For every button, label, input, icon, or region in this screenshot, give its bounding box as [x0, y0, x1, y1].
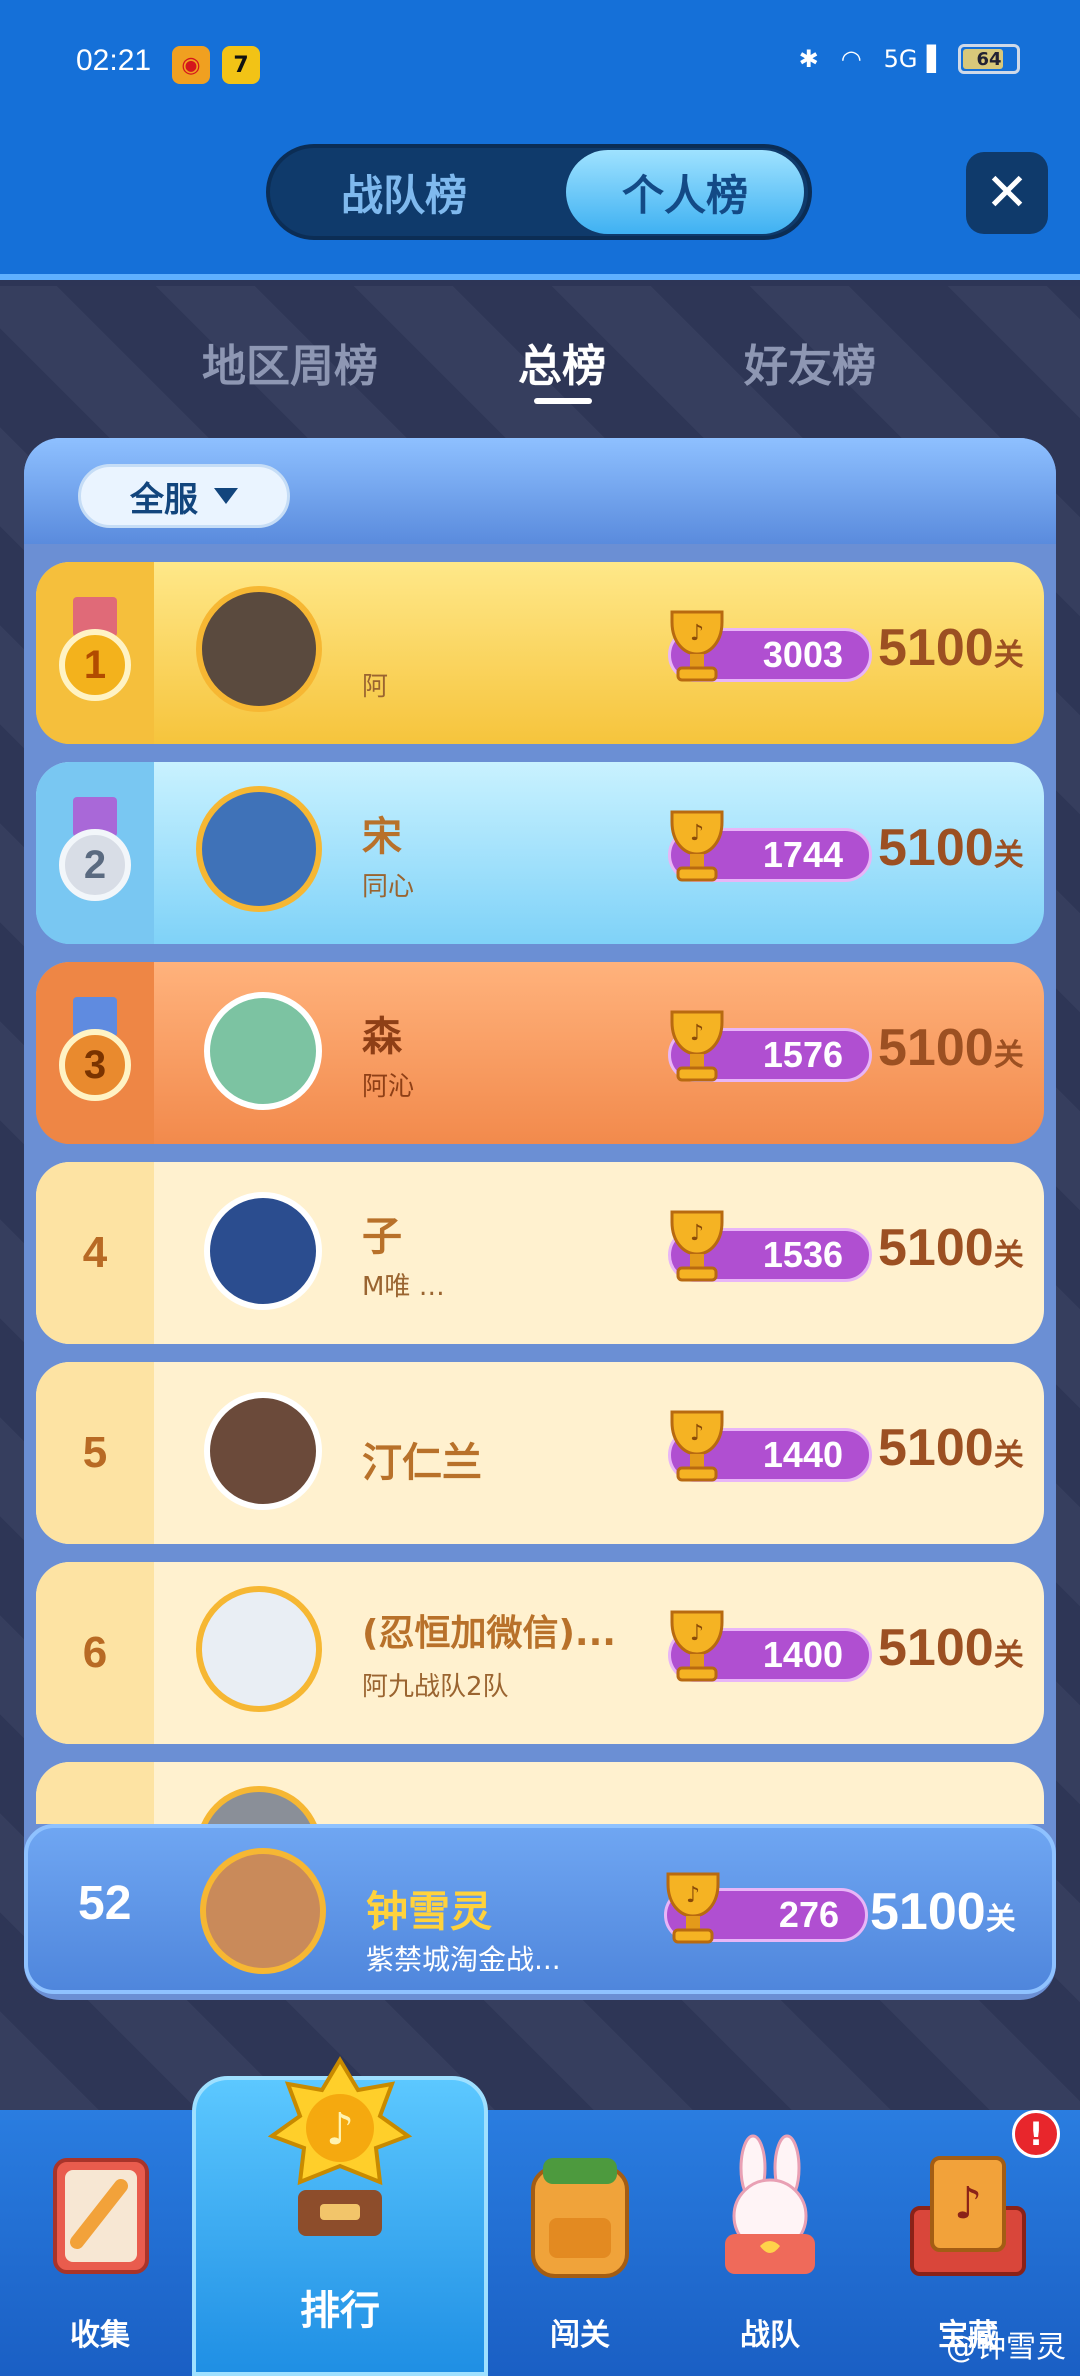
notification-badge: !	[1012, 2110, 1060, 2158]
nav-stage[interactable]: 闯关	[500, 2110, 660, 2376]
trophy-icon: ♪	[670, 1410, 724, 1482]
list-item[interactable]: 1 阿 3003 ♪ 5100关	[36, 562, 1044, 744]
bunny-icon	[725, 2134, 815, 2274]
svg-text:♪: ♪	[326, 2104, 354, 2155]
tab-total[interactable]: 总榜	[518, 330, 606, 394]
trophy-icon: ♪	[670, 1610, 724, 1682]
nav-collect[interactable]: 收集	[20, 2110, 180, 2376]
my-rank-row[interactable]: 52 钟雪灵 紫禁城淘金战... 276 ♪ 5100关	[24, 1824, 1056, 1994]
my-avatar[interactable]	[200, 1848, 326, 1974]
battery-level: 64	[976, 48, 1002, 70]
trophy-icon: ♪	[670, 610, 724, 682]
tab-friends[interactable]: 好友榜	[744, 330, 876, 394]
level-count: 5100关	[878, 1219, 1024, 1277]
player-team: 阿	[362, 672, 389, 702]
svg-text:♪: ♪	[690, 1421, 704, 1446]
avatar[interactable]	[204, 992, 322, 1110]
watermark: @钟雪灵	[946, 2330, 1066, 2365]
nav-team[interactable]: 战队	[690, 2110, 850, 2376]
leaderboard-type-switch: 战队榜 个人榜	[266, 144, 812, 240]
nav-rank[interactable]: ♪ 排行	[192, 2056, 488, 2376]
svg-text:♪: ♪	[690, 621, 704, 646]
sub-tabs: 地区周榜 总榜 好友榜	[0, 320, 1080, 410]
battery-icon: 64	[958, 44, 1020, 74]
backpack-icon	[531, 2158, 629, 2278]
list-item[interactable]	[36, 1762, 1044, 1824]
leaderboard-panel: 全服 1 阿 3003 ♪ 5100关 2 宋 同心 1744 ♪ 5100关 …	[24, 438, 1056, 2000]
header: 战队榜 个人榜 ✕	[0, 130, 1080, 280]
level-count: 5100关	[878, 1419, 1024, 1477]
svg-text:♪: ♪	[954, 2178, 982, 2229]
list-item[interactable]: 4 子 M唯 … 1536 ♪ 5100关	[36, 1162, 1044, 1344]
svg-text:♪: ♪	[686, 1883, 700, 1908]
bronze-medal-icon: 3	[59, 997, 131, 1109]
bottom-nav: 收集 ♪ 排行 闯关 战队 ♪ ! 宝藏 @钟雪灵	[0, 2056, 1080, 2376]
my-level-count: 5100关	[870, 1883, 1016, 1941]
tab-team-leaderboard[interactable]: 战队榜	[284, 150, 524, 234]
weibo-app-icon: ◉	[172, 46, 210, 84]
close-icon: ✕	[985, 163, 1029, 223]
my-name: 钟雪灵	[366, 1887, 493, 1936]
silver-medal-icon: 2	[59, 797, 131, 909]
rank-number: 5	[36, 1362, 154, 1544]
tab-personal-leaderboard[interactable]: 个人榜	[566, 150, 804, 234]
avatar[interactable]	[196, 786, 322, 912]
player-team: M唯 …	[362, 1272, 445, 1302]
player-name: 汀仁兰	[362, 1440, 482, 1486]
status-time: 02:21	[76, 44, 152, 77]
list-item[interactable]: 5 汀仁兰 1440 ♪ 5100关	[36, 1362, 1044, 1544]
rank-number: 6	[36, 1562, 154, 1744]
trophy-icon: ♪	[666, 1872, 720, 1944]
avatar[interactable]	[196, 1586, 322, 1712]
avatar[interactable]	[204, 1392, 322, 1510]
seven-app-icon: 7	[222, 46, 260, 84]
svg-text:♪: ♪	[690, 1221, 704, 1246]
svg-text:♪: ♪	[690, 821, 704, 846]
signal-icon: 5G▐	[883, 45, 936, 73]
rank-number: 4	[36, 1162, 154, 1344]
close-button[interactable]: ✕	[966, 152, 1048, 234]
chevron-down-icon	[214, 488, 238, 504]
avatar[interactable]	[196, 1786, 322, 1824]
trophy-icon: ♪	[670, 810, 724, 882]
player-name: 子	[362, 1214, 402, 1260]
list-item[interactable]: 6 (忍恒加微信)... 阿九战队2队 1400 ♪ 5100关	[36, 1562, 1044, 1744]
trophy-icon: ♪	[670, 1210, 724, 1282]
avatar[interactable]	[204, 1192, 322, 1310]
svg-text:♪: ♪	[690, 1621, 704, 1646]
network-type: 5G	[883, 45, 918, 73]
player-name: 宋	[362, 814, 402, 860]
player-team: 阿九战队2队	[362, 1672, 509, 1702]
bluetooth-icon: ✱	[798, 45, 819, 73]
treasure-chest-icon: ♪	[910, 2156, 1026, 2276]
list-item[interactable]: 3 森 阿沁 1576 ♪ 5100关	[36, 962, 1044, 1144]
server-filter-label: 全服	[130, 479, 198, 520]
level-count: 5100关	[878, 619, 1024, 677]
level-count: 5100关	[878, 1619, 1024, 1677]
status-bar: 02:21 ◉ 7 ✱ ◠ 5G▐ 64	[0, 0, 1080, 130]
panel-header: 全服	[24, 438, 1056, 544]
ranking-list[interactable]: 1 阿 3003 ♪ 5100关 2 宋 同心 1744 ♪ 5100关 3 森…	[36, 562, 1044, 1824]
server-filter-dropdown[interactable]: 全服	[78, 464, 290, 528]
player-name: 森	[362, 1014, 402, 1060]
level-count: 5100关	[878, 819, 1024, 877]
player-team: 阿沁	[362, 1072, 415, 1102]
notebook-icon	[53, 2158, 149, 2274]
wifi-icon: ◠	[840, 45, 862, 73]
my-rank-number: 52	[78, 1877, 132, 1930]
list-item[interactable]: 2 宋 同心 1744 ♪ 5100关	[36, 762, 1044, 944]
my-team: 紫禁城淘金战...	[366, 1943, 561, 1976]
trophy-rank-icon: ♪	[267, 2056, 413, 2236]
gold-medal-icon: 1	[59, 597, 131, 709]
player-team: 同心	[362, 872, 415, 902]
tab-region-weekly[interactable]: 地区周榜	[202, 330, 378, 394]
trophy-icon: ♪	[670, 1010, 724, 1082]
svg-text:♪: ♪	[690, 1021, 704, 1046]
player-name: (忍恒加微信)...	[362, 1613, 616, 1654]
level-count: 5100关	[878, 1019, 1024, 1077]
active-tab-indicator	[534, 398, 592, 404]
avatar[interactable]	[196, 586, 322, 712]
